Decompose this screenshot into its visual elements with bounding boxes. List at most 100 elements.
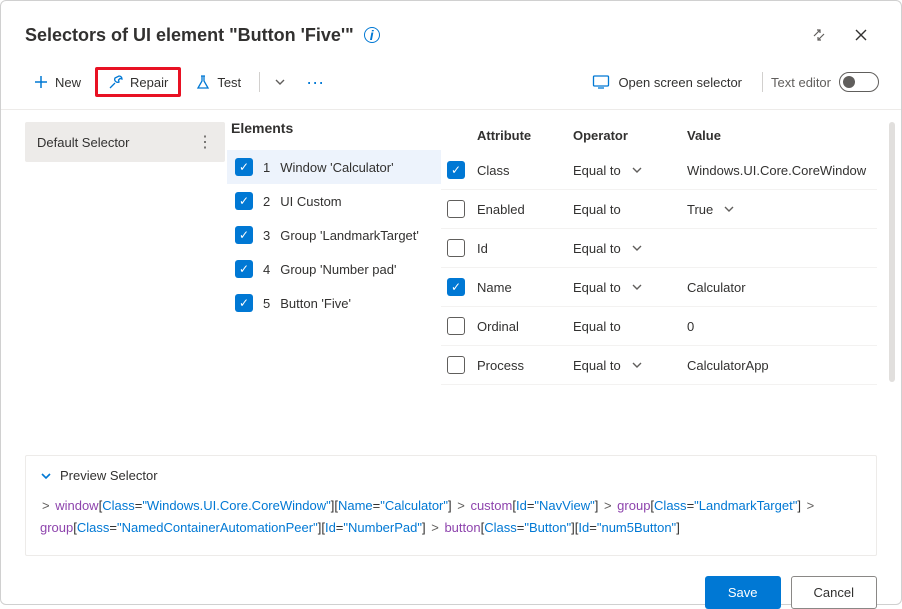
elements-heading: Elements bbox=[227, 120, 441, 136]
element-item[interactable]: ✓ 1 Window 'Calculator' bbox=[227, 150, 441, 184]
col-operator: Operator bbox=[573, 128, 683, 143]
preview-label: Preview Selector bbox=[60, 468, 158, 483]
selectors-panel: Default Selector ⋮ bbox=[1, 110, 221, 445]
col-attribute: Attribute bbox=[477, 128, 569, 143]
checkbox[interactable]: ✓ bbox=[447, 278, 465, 296]
attribute-value: True bbox=[687, 202, 713, 217]
flask-icon bbox=[195, 74, 211, 90]
operator-label: Equal to bbox=[573, 163, 621, 178]
checkbox[interactable]: ✓ bbox=[235, 260, 253, 278]
attribute-name: Ordinal bbox=[477, 319, 569, 334]
new-label: New bbox=[55, 75, 81, 90]
operator-dropdown[interactable]: Equal to bbox=[573, 241, 683, 256]
open-screen-label: Open screen selector bbox=[618, 75, 742, 90]
value-cell[interactable]: CalculatorApp bbox=[687, 358, 871, 373]
repair-label: Repair bbox=[130, 75, 168, 90]
repair-button[interactable]: Repair bbox=[95, 67, 181, 97]
attribute-row: ✓IdEqual to bbox=[441, 229, 877, 268]
checkbox[interactable]: ✓ bbox=[447, 161, 465, 179]
operator-label: Equal to bbox=[573, 358, 621, 373]
test-dropdown-icon[interactable] bbox=[268, 76, 292, 88]
toolbar-separator bbox=[259, 72, 260, 92]
scrollbar[interactable] bbox=[889, 122, 895, 382]
expand-icon[interactable] bbox=[803, 19, 835, 51]
operator-dropdown[interactable]: Equal to bbox=[573, 319, 683, 334]
chevron-down-icon bbox=[631, 281, 643, 293]
operator-dropdown[interactable]: Equal to bbox=[573, 280, 683, 295]
text-editor-toggle[interactable]: Text editor bbox=[771, 72, 879, 92]
operator-label: Equal to bbox=[573, 202, 621, 217]
element-label: Window 'Calculator' bbox=[280, 160, 393, 175]
more-actions-icon[interactable]: ··· bbox=[296, 72, 334, 93]
save-button[interactable]: Save bbox=[705, 576, 781, 609]
selector-item-label: Default Selector bbox=[37, 135, 130, 150]
preview-selector-panel: Preview Selector > window[Class="Windows… bbox=[25, 455, 877, 556]
element-index: 4 bbox=[263, 262, 270, 277]
dialog-title: Selectors of UI element "Button 'Five'" bbox=[25, 25, 354, 46]
close-icon[interactable] bbox=[845, 19, 877, 51]
element-index: 5 bbox=[263, 296, 270, 311]
chevron-down-icon bbox=[631, 164, 643, 176]
operator-label: Equal to bbox=[573, 241, 621, 256]
operator-dropdown[interactable]: Equal to bbox=[573, 202, 683, 217]
new-button[interactable]: New bbox=[23, 68, 91, 96]
preview-selector-toggle[interactable]: Preview Selector bbox=[40, 468, 862, 483]
chevron-down-icon bbox=[723, 203, 735, 215]
value-cell[interactable]: Calculator bbox=[687, 280, 871, 295]
element-label: Group 'LandmarkTarget' bbox=[280, 228, 419, 243]
attribute-value: Calculator bbox=[687, 280, 746, 295]
element-item[interactable]: ✓ 3 Group 'LandmarkTarget' bbox=[227, 218, 441, 252]
element-label: UI Custom bbox=[280, 194, 341, 209]
attributes-header: Attribute Operator Value bbox=[441, 120, 877, 151]
text-editor-label: Text editor bbox=[771, 75, 831, 90]
element-index: 1 bbox=[263, 160, 270, 175]
dialog-footer: Save Cancel bbox=[1, 566, 901, 609]
chevron-down-icon bbox=[631, 242, 643, 254]
value-cell[interactable]: Windows.UI.Core.CoreWindow bbox=[687, 163, 871, 178]
operator-label: Equal to bbox=[573, 280, 621, 295]
operator-label: Equal to bbox=[573, 319, 621, 334]
attribute-name: Enabled bbox=[477, 202, 569, 217]
checkbox[interactable]: ✓ bbox=[235, 226, 253, 244]
attribute-row: ✓ProcessEqual toCalculatorApp bbox=[441, 346, 877, 385]
cancel-button[interactable]: Cancel bbox=[791, 576, 877, 609]
wrench-icon bbox=[108, 74, 124, 90]
more-vertical-icon[interactable]: ⋮ bbox=[197, 132, 213, 152]
element-item[interactable]: ✓2UI Custom bbox=[227, 184, 441, 218]
element-item[interactable]: ✓ 5 Button 'Five' bbox=[227, 286, 441, 320]
attribute-name: Name bbox=[477, 280, 569, 295]
checkbox[interactable]: ✓ bbox=[235, 294, 253, 312]
toolbar-separator bbox=[762, 72, 763, 92]
checkbox[interactable]: ✓ bbox=[447, 356, 465, 374]
checkbox[interactable]: ✓ bbox=[447, 239, 465, 257]
toggle-off-icon[interactable] bbox=[839, 72, 879, 92]
attribute-value: 0 bbox=[687, 319, 694, 334]
attributes-panel: Attribute Operator Value ✓ Class Equal to W… bbox=[441, 110, 901, 445]
value-cell[interactable]: True bbox=[687, 202, 871, 217]
open-screen-selector-button[interactable]: Open screen selector bbox=[592, 74, 742, 90]
elements-panel: Elements ✓ 1 Window 'Calculator' ✓2UI Custo… bbox=[221, 110, 441, 445]
checkbox[interactable]: ✓ bbox=[447, 317, 465, 335]
operator-dropdown[interactable]: Equal to bbox=[573, 163, 683, 178]
checkbox[interactable]: ✓ bbox=[447, 200, 465, 218]
monitor-icon bbox=[592, 74, 610, 90]
checkbox[interactable]: ✓ bbox=[235, 192, 253, 210]
element-label: Button 'Five' bbox=[280, 296, 351, 311]
element-item[interactable]: ✓4Group 'Number pad' bbox=[227, 252, 441, 286]
attribute-name: Class bbox=[477, 163, 569, 178]
attribute-row: ✓ Enabled Equal to True bbox=[441, 190, 877, 229]
preview-selector-text: > window[Class="Windows.UI.Core.CoreWind… bbox=[40, 495, 862, 539]
checkbox[interactable]: ✓ bbox=[235, 158, 253, 176]
info-icon[interactable]: i bbox=[364, 27, 380, 43]
test-button[interactable]: Test bbox=[185, 68, 251, 96]
attribute-row: ✓ Name Equal to Calculator bbox=[441, 268, 877, 307]
test-label: Test bbox=[217, 75, 241, 90]
value-cell[interactable]: 0 bbox=[687, 319, 871, 334]
operator-dropdown[interactable]: Equal to bbox=[573, 358, 683, 373]
col-value: Value bbox=[687, 128, 871, 143]
attribute-row: ✓ Ordinal Equal to 0 bbox=[441, 307, 877, 346]
element-index: 3 bbox=[263, 228, 270, 243]
attribute-row: ✓ Class Equal to Windows.UI.Core.CoreWindow bbox=[441, 151, 877, 190]
chevron-down-icon bbox=[40, 470, 52, 482]
selector-item[interactable]: Default Selector ⋮ bbox=[25, 122, 225, 162]
